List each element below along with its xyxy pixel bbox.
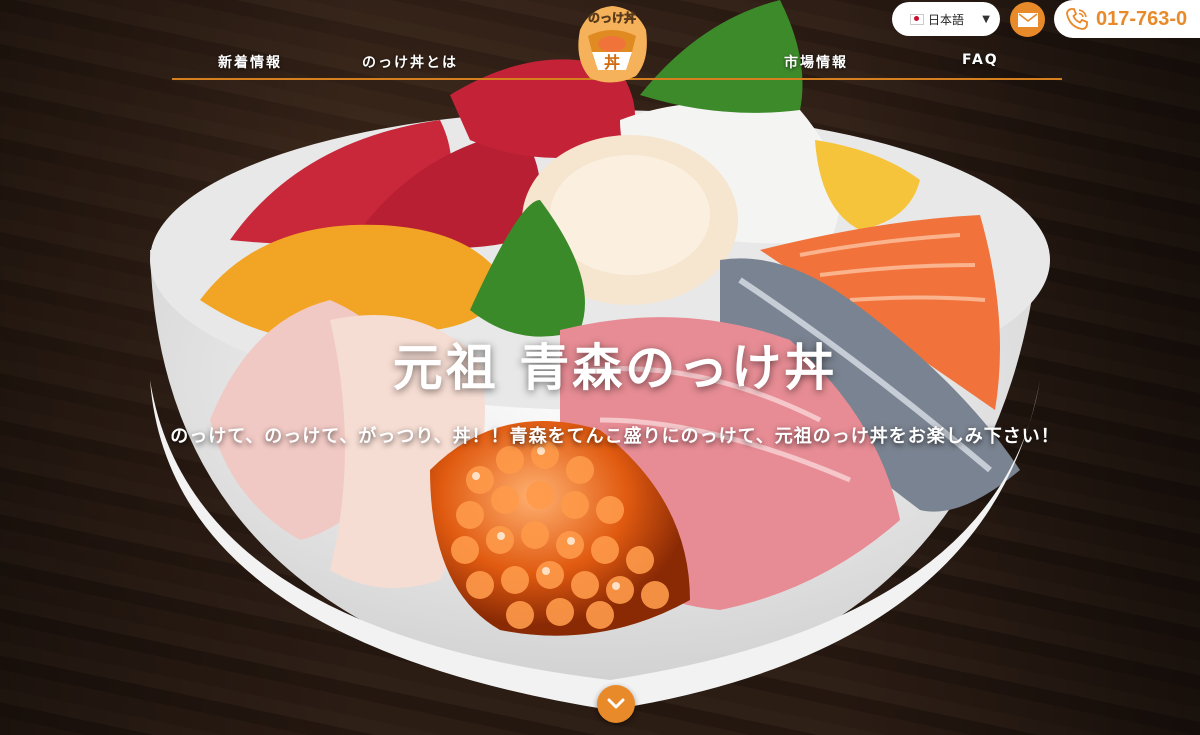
phone-icon <box>1066 8 1088 30</box>
nav-item-market[interactable]: 市場情報 <box>784 52 848 72</box>
nav-item-news[interactable]: 新着情報 <box>218 52 282 72</box>
hero-title: 元祖 青森のっけ丼 <box>392 339 838 397</box>
phone-button[interactable]: 017-763-0 <box>1054 0 1200 38</box>
nav-item-about[interactable]: のっけ丼とは <box>362 52 458 72</box>
mail-button[interactable] <box>1010 2 1045 37</box>
chevron-down-icon <box>607 698 625 709</box>
mail-icon <box>1017 12 1038 27</box>
hero-subtitle: のっけて、のっけて、がっつり、丼！！青森をてんこ盛りにのっけて、元祖のっけ丼をお… <box>170 426 1060 447</box>
language-select[interactable]: 日本語 ▼ <box>892 2 1000 36</box>
site-header: 新着情報 のっけ丼とは 市場情報 FAQ のっけ丼 丼 日本語 ▼ 017-76… <box>0 0 1200 90</box>
language-selected: 日本語 <box>928 12 965 27</box>
japan-flag-icon <box>910 13 924 25</box>
page: 新着情報 のっけ丼とは 市場情報 FAQ のっけ丼 丼 日本語 ▼ 017-76… <box>0 0 1200 735</box>
nav-item-faq[interactable]: FAQ <box>962 52 999 68</box>
chevron-down-icon: ▼ <box>982 13 990 25</box>
scroll-down-button[interactable] <box>597 685 635 723</box>
svg-text:のっけ丼: のっけ丼 <box>588 10 636 25</box>
svg-text:丼: 丼 <box>604 53 620 72</box>
phone-number: 017-763-0 <box>1096 7 1188 30</box>
site-logo[interactable]: のっけ丼 丼 <box>570 0 654 86</box>
